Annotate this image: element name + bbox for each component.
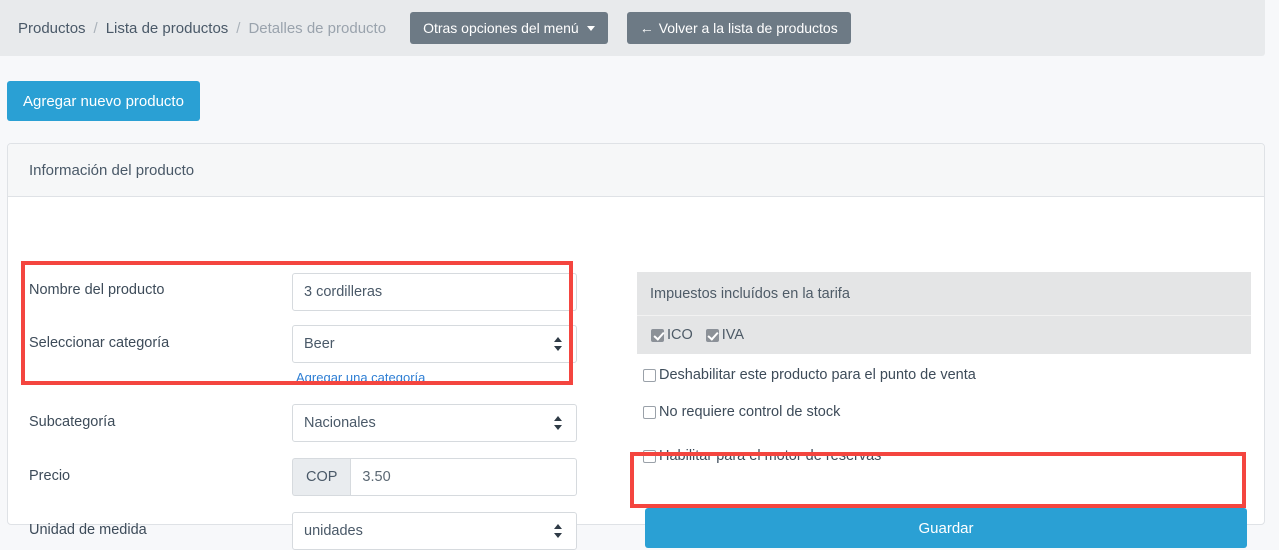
save-button[interactable]: Guardar	[645, 508, 1247, 548]
breadcrumb-bar: Productos / Lista de productos / Detalle…	[0, 0, 1265, 56]
tax-label-iva: IVA	[721, 327, 745, 343]
breadcrumb-separator: /	[93, 19, 98, 37]
option-disable-pos-label: Deshabilitar este producto para el punto…	[659, 367, 976, 383]
breadcrumb: Productos / Lista de productos / Detalle…	[18, 20, 386, 37]
tax-checkbox-ico[interactable]: ICO	[651, 327, 693, 343]
option-disable-pos[interactable]: Deshabilitar este producto para el punto…	[643, 367, 976, 383]
breadcrumb-item-detalles-de-producto: Detalles de producto	[248, 19, 387, 37]
taxes-panel-body: ICO IVA	[637, 315, 1251, 354]
taxes-panel-header: Impuestos incluídos en la tarifa	[637, 272, 1251, 315]
add-new-product-button[interactable]: Agregar nuevo producto	[7, 81, 200, 121]
option-no-stock-control-label: No requiere control de stock	[659, 404, 841, 420]
unit-of-measure-selected-value: unidades	[304, 523, 363, 539]
add-category-link[interactable]: Agregar una categoría	[296, 370, 425, 385]
arrow-left-icon: ←	[639, 20, 654, 36]
checkbox-icon[interactable]	[643, 449, 656, 463]
price-currency-addon: COP	[292, 458, 351, 496]
tax-checkbox-iva[interactable]: IVA	[705, 327, 745, 343]
checkbox-icon[interactable]	[643, 368, 656, 382]
breadcrumb-separator: /	[236, 19, 241, 37]
checkbox-icon[interactable]	[643, 405, 656, 419]
checkbox-icon[interactable]	[651, 328, 664, 342]
category-select[interactable]: Beer	[292, 325, 577, 363]
subcategory-selected-value: Nacionales	[304, 415, 376, 431]
chevron-updown-icon	[554, 416, 563, 430]
option-enable-booking-engine[interactable]: Habilitar para el motor de reservas	[643, 448, 881, 464]
back-to-product-list-label: Volver a la lista de productos	[658, 20, 838, 36]
breadcrumb-item-productos[interactable]: Productos	[18, 20, 86, 37]
other-menu-options-button[interactable]: Otras opciones del menú	[410, 12, 608, 44]
tax-label-ico: ICO	[667, 327, 693, 343]
price-input-group: COP	[292, 458, 577, 496]
price-input[interactable]	[350, 458, 577, 496]
product-name-label: Nombre del producto	[29, 282, 165, 298]
product-name-input[interactable]	[292, 273, 577, 311]
caret-down-icon	[586, 25, 595, 31]
card-title: Información del producto	[29, 161, 195, 179]
back-to-product-list-button[interactable]: ← Volver a la lista de productos	[626, 12, 851, 44]
price-label: Precio	[29, 468, 71, 484]
taxes-panel-title: Impuestos incluídos en la tarifa	[650, 285, 850, 302]
category-label: Seleccionar categoría	[29, 335, 170, 351]
card-body: Nombre del producto Seleccionar categorí…	[8, 197, 1264, 550]
option-enable-booking-engine-label: Habilitar para el motor de reservas	[659, 448, 882, 464]
subcategory-label: Subcategoría	[29, 414, 116, 430]
chevron-updown-icon	[554, 337, 563, 351]
taxes-panel: Impuestos incluídos en la tarifa ICO IVA	[637, 272, 1251, 354]
unit-of-measure-select[interactable]: unidades	[292, 512, 577, 550]
category-selected-value: Beer	[304, 336, 335, 352]
checkbox-icon[interactable]	[705, 328, 719, 342]
option-no-stock-control[interactable]: No requiere control de stock	[643, 404, 840, 420]
product-information-card: Información del producto Nombre del prod…	[7, 143, 1265, 550]
card-header: Información del producto	[8, 144, 1264, 197]
subcategory-select[interactable]: Nacionales	[292, 404, 577, 442]
breadcrumb-item-lista-de-productos[interactable]: Lista de productos	[106, 20, 229, 37]
other-menu-options-label: Otras opciones del menú	[423, 20, 579, 36]
